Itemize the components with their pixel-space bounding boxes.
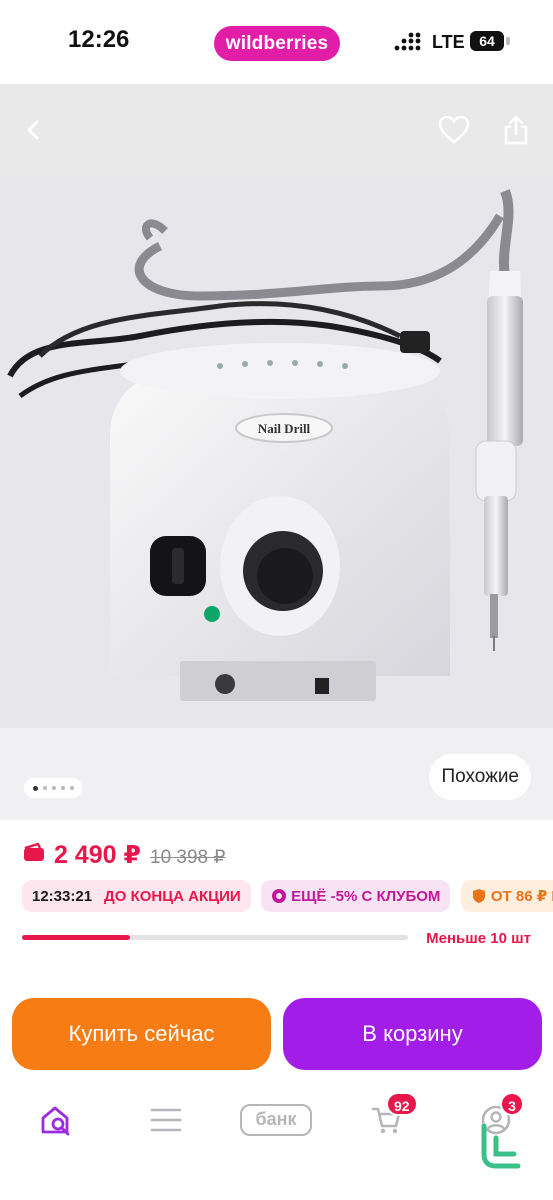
- gallery-dots[interactable]: [24, 778, 82, 798]
- profile-count-badge: 3: [500, 1092, 524, 1116]
- share-icon: [504, 115, 528, 145]
- tab-catalog[interactable]: [138, 1098, 194, 1142]
- action-bar: Купить сейчас В корзину: [0, 970, 553, 1200]
- status-bar: 12:26 wildberries LTE 64: [0, 0, 553, 84]
- network-type: LTE: [432, 32, 465, 52]
- bottom-tabbar: банк 92 3: [0, 1090, 553, 1150]
- club-flower-icon: [272, 889, 287, 903]
- buy-now-button[interactable]: Купить сейчас: [12, 998, 271, 1070]
- add-to-cart-button[interactable]: В корзину: [283, 998, 542, 1070]
- gallery-dot: [42, 786, 47, 790]
- chevron-left-icon: [27, 120, 39, 140]
- club-discount-label: ЕЩЁ -5% С КЛУБОМ: [291, 887, 441, 905]
- bonus-chip[interactable]: ОТ 86 ₽ В: [460, 880, 553, 912]
- gallery-header: [0, 84, 553, 176]
- app-watermark-icon: [481, 1124, 521, 1169]
- stock-progress: [22, 935, 408, 940]
- gallery-dot: [32, 785, 38, 791]
- wallet-icon: [24, 842, 44, 861]
- club-discount-chip[interactable]: ЕЩЁ -5% С КЛУБОМ: [261, 880, 451, 912]
- stock-label: Меньше 10 шт: [426, 930, 531, 947]
- gallery-dot: [69, 786, 74, 790]
- status-time: 12:26: [68, 26, 130, 53]
- brand-pill: wildberries: [214, 26, 340, 61]
- promo-chips: 12:33:21 ДО КОНЦА АКЦИИ ЕЩЁ -5% С КЛУБОМ…: [22, 880, 553, 912]
- promo-timer-chip[interactable]: 12:33:21 ДО КОНЦА АКЦИИ: [22, 880, 251, 912]
- promo-timer-label: ДО КОНЦА АКЦИИ: [104, 887, 241, 905]
- old-price: 10 398 ₽: [150, 847, 226, 868]
- heart-icon: [438, 115, 470, 144]
- home-search-icon: [41, 1106, 70, 1136]
- product-photo[interactable]: Nail Drill: [0, 176, 553, 728]
- signal-icon: [394, 32, 421, 51]
- favorite-button[interactable]: [430, 106, 478, 154]
- share-button[interactable]: [492, 106, 540, 154]
- tab-cart[interactable]: 92: [358, 1092, 418, 1142]
- menu-icon: [150, 1108, 182, 1132]
- bonus-label: ОТ 86 ₽ В: [490, 888, 553, 905]
- current-price: 2 490 ₽: [54, 841, 141, 869]
- shield-icon: [472, 889, 485, 903]
- back-button[interactable]: [10, 106, 58, 154]
- tab-bank[interactable]: банк: [238, 1098, 314, 1142]
- battery-icon: 64: [470, 31, 504, 51]
- gallery-dot: [51, 786, 56, 790]
- gallery-dot: [60, 786, 65, 790]
- tab-home[interactable]: [28, 1098, 84, 1142]
- similar-button[interactable]: Похожие: [429, 754, 531, 800]
- bank-label: банк: [240, 1104, 312, 1136]
- cart-count-badge: 92: [386, 1092, 418, 1116]
- promo-timer: 12:33:21: [32, 887, 93, 905]
- battery-cap: [506, 37, 510, 45]
- product-label: Nail Drill: [258, 421, 311, 436]
- nail-drill-image: Nail Drill: [0, 176, 553, 728]
- stock-progress-fill: [22, 935, 131, 940]
